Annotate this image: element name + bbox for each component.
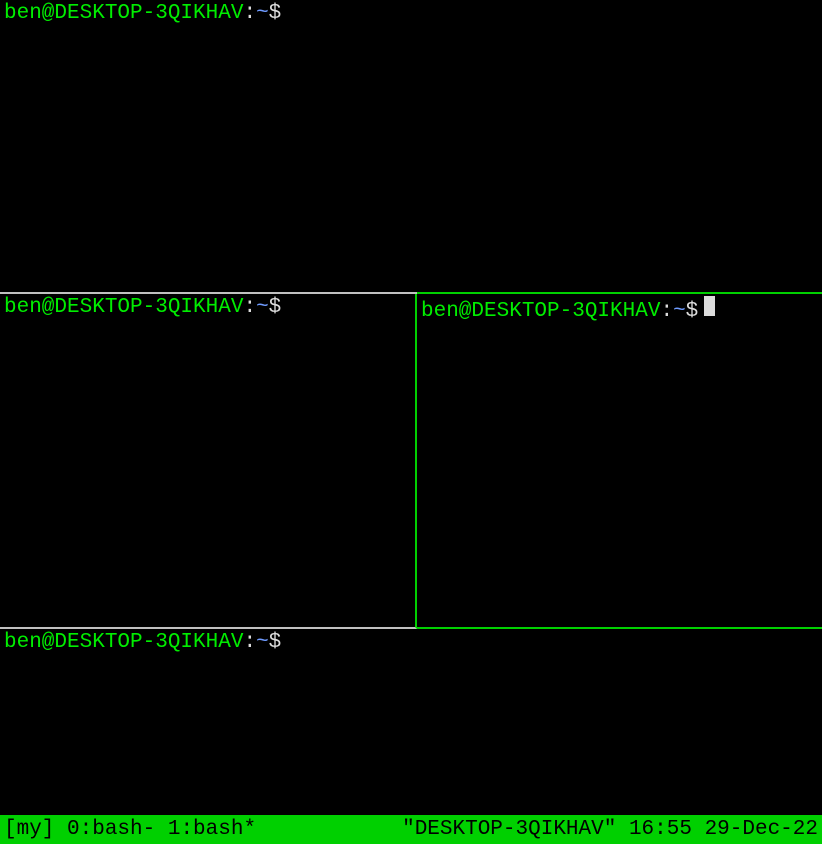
prompt-user-host: ben@DESKTOP-3QIKHAV: [4, 631, 243, 654]
prompt-colon: :: [243, 2, 256, 25]
session-name[interactable]: [my]: [4, 818, 54, 841]
prompt-line: ben@DESKTOP-3QIKHAV:~$: [421, 296, 818, 323]
pane-top[interactable]: ben@DESKTOP-3QIKHAV:~$: [0, 0, 822, 294]
status-time: 16:55: [616, 818, 692, 841]
prompt-user-host: ben@DESKTOP-3QIKHAV: [421, 300, 660, 323]
pane-bottom[interactable]: ben@DESKTOP-3QIKHAV:~$: [0, 629, 822, 844]
prompt-colon: :: [660, 300, 673, 323]
status-right: "DESKTOP-3QIKHAV" 16:55 29-Dec-22: [402, 818, 818, 841]
status-date: 29-Dec-22: [692, 818, 818, 841]
prompt-path: ~: [256, 631, 269, 654]
prompt-path: ~: [256, 296, 269, 319]
prompt-line: ben@DESKTOP-3QIKHAV:~$: [4, 631, 818, 654]
prompt-dollar: $: [269, 2, 282, 25]
prompt-line: ben@DESKTOP-3QIKHAV:~$: [4, 2, 818, 25]
prompt-user-host: ben@DESKTOP-3QIKHAV: [4, 2, 243, 25]
prompt-colon: :: [243, 296, 256, 319]
tmux-status-bar: [my] 0:bash- 1:bash* "DESKTOP-3QIKHAV" 1…: [0, 815, 822, 844]
window-list[interactable]: 0:bash- 1:bash*: [54, 818, 256, 841]
pane-mid-right-active[interactable]: ben@DESKTOP-3QIKHAV:~$: [417, 292, 822, 629]
prompt-line: ben@DESKTOP-3QIKHAV:~$: [4, 296, 411, 319]
prompt-dollar: $: [269, 296, 282, 319]
status-left: [my] 0:bash- 1:bash*: [4, 818, 256, 841]
prompt-user-host: ben@DESKTOP-3QIKHAV: [4, 296, 243, 319]
prompt-path: ~: [673, 300, 686, 323]
prompt-dollar: $: [269, 631, 282, 654]
cursor: [704, 296, 715, 316]
prompt-dollar: $: [686, 300, 699, 323]
status-hostname: "DESKTOP-3QIKHAV": [402, 818, 616, 841]
prompt-colon: :: [243, 631, 256, 654]
pane-mid-left[interactable]: ben@DESKTOP-3QIKHAV:~$: [0, 294, 417, 629]
tmux-session: ben@DESKTOP-3QIKHAV:~$ ben@DESKTOP-3QIKH…: [0, 0, 822, 844]
middle-row: ben@DESKTOP-3QIKHAV:~$ ben@DESKTOP-3QIKH…: [0, 294, 822, 629]
prompt-path: ~: [256, 2, 269, 25]
